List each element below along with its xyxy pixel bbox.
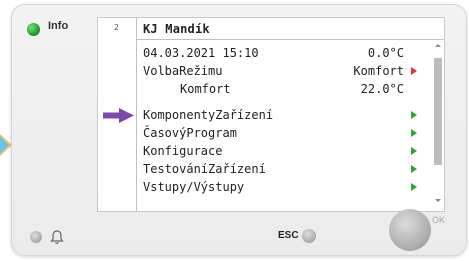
green-arrow-icon — [411, 147, 417, 155]
menu-item-inputs-outputs[interactable]: Vstupy/Výstupy — [143, 178, 244, 196]
menu-item-mode-selection[interactable]: VolbaRežimu — [143, 62, 222, 80]
outdoor-temperature: 0.0°C — [367, 46, 404, 60]
green-arrow-icon — [411, 183, 417, 191]
menu-item-configuration[interactable]: Konfigurace — [143, 142, 222, 160]
bell-icon — [50, 230, 64, 245]
green-arrow-icon — [411, 111, 417, 119]
alarm-button[interactable] — [30, 231, 42, 243]
screen-title: KJ Mandík — [143, 22, 210, 36]
lcd-display: 2 KJ Mandík 04.03.2021 15:10 0.0°C Volba… — [97, 17, 445, 212]
green-arrow-icon — [411, 165, 417, 173]
scrollbar[interactable] — [433, 40, 443, 211]
ok-button[interactable] — [389, 209, 431, 251]
esc-label: ESC — [278, 230, 299, 241]
menu-item-time-program[interactable]: ČasovýProgram — [143, 124, 237, 142]
red-arrow-icon — [411, 67, 417, 75]
menu-item-device-components[interactable]: KomponentyZařízení — [143, 106, 273, 124]
comfort-temperature: 22.0°C — [360, 82, 404, 96]
title-divider — [136, 39, 444, 40]
scrollbar-thumb[interactable] — [434, 58, 442, 165]
green-arrow-icon — [411, 129, 417, 137]
info-label: Info — [48, 20, 69, 32]
comfort-label: Komfort — [180, 82, 231, 96]
scroll-up-icon — [435, 44, 441, 47]
datetime-row: 04.03.2021 15:10 — [143, 46, 259, 60]
esc-button[interactable] — [302, 229, 316, 243]
status-led-icon — [27, 23, 40, 36]
mode-value: Komfort — [353, 64, 404, 78]
scroll-down-icon — [435, 199, 441, 202]
ok-label: OK — [432, 215, 446, 225]
page-number: 2 — [114, 23, 119, 32]
selection-pointer-icon — [103, 108, 134, 123]
control-panel: Info 2 KJ Mandík 04.03.2021 15:10 0.0°C … — [11, 4, 467, 256]
menu-item-device-testing[interactable]: TestováníZařízení — [143, 160, 266, 178]
